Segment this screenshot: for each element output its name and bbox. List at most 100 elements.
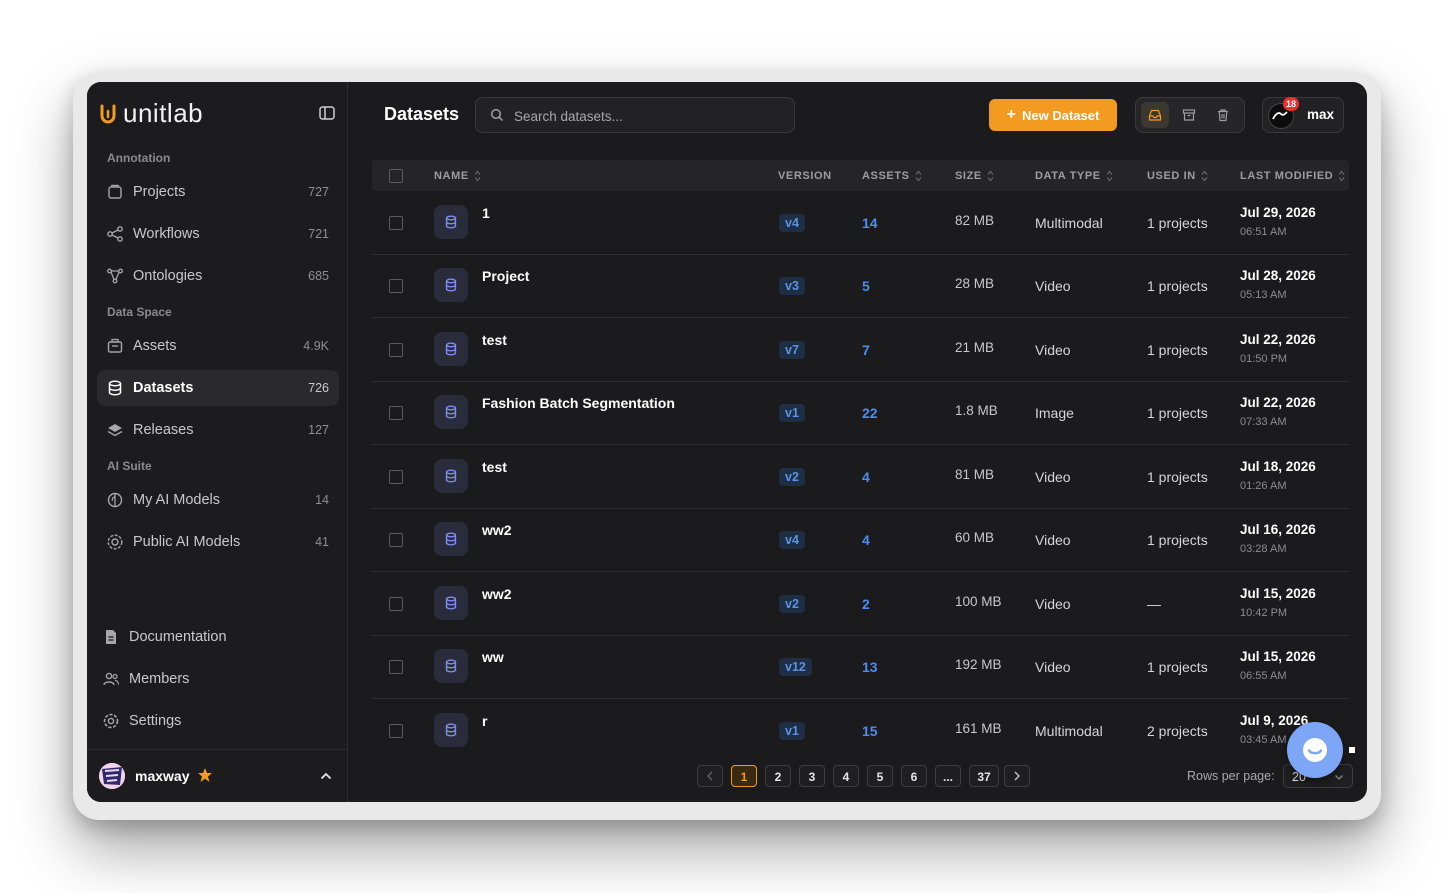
column-header-data-type[interactable]: DATA TYPE <box>1035 170 1113 182</box>
dataset-name[interactable]: ww <box>482 649 504 665</box>
page-button-37[interactable]: 37 <box>969 765 999 787</box>
sidebar-item-projects[interactable]: Projects 727 <box>97 174 339 210</box>
assets-count[interactable]: 14 <box>862 215 878 231</box>
page-button-6[interactable]: 6 <box>901 765 927 787</box>
table-row[interactable]: ww v12 13 192 MB Video 1 projects Jul 15, 2026… <box>372 635 1349 699</box>
sidebar-item-members[interactable]: Members <box>97 661 339 697</box>
column-header-last-modified[interactable]: LAST MODIFIED <box>1240 170 1345 182</box>
new-dataset-button[interactable]: + New Dataset <box>989 99 1117 131</box>
row-checkbox[interactable] <box>389 660 403 674</box>
sidebar-item-count: 721 <box>308 227 329 241</box>
archive-filter-button[interactable] <box>1175 102 1203 128</box>
sidebar-item-workflows[interactable]: Workflows 721 <box>97 216 339 252</box>
search-icon <box>490 108 503 121</box>
sidebar-item-label: Ontologies <box>133 268 203 284</box>
dataset-size: 28 MB <box>955 276 995 291</box>
user-name: maxway <box>135 768 190 784</box>
page-button-4[interactable]: 4 <box>833 765 859 787</box>
chevron-right-icon <box>1014 771 1020 781</box>
members-icon <box>103 672 120 686</box>
trash-filter-button[interactable] <box>1209 102 1237 128</box>
used-in: — <box>1147 596 1161 612</box>
dataset-name[interactable]: ww2 <box>482 586 512 602</box>
table-row[interactable]: test v7 7 21 MB Video 1 projects Jul 22, 2026 0… <box>372 318 1349 382</box>
dataset-size: 161 MB <box>955 721 1002 736</box>
row-checkbox[interactable] <box>389 406 403 420</box>
sidebar-item-assets[interactable]: Assets 4.9K <box>97 328 339 364</box>
assets-count[interactable]: 13 <box>862 659 878 675</box>
profile-button[interactable]: 18 max <box>1262 97 1344 133</box>
sidebar-item-releases[interactable]: Releases 127 <box>97 412 339 448</box>
page-button-2[interactable]: 2 <box>765 765 791 787</box>
assets-count[interactable]: 4 <box>862 532 870 548</box>
modified-date: Jul 22, 2026 <box>1240 395 1316 410</box>
page-ellipsis-button[interactable]: ... <box>935 765 961 787</box>
table-row[interactable]: ww2 v2 2 100 MB Video — Jul 15, 2026 10:42 PM <box>372 572 1349 636</box>
column-header-used-in[interactable]: USED IN <box>1147 170 1208 182</box>
used-in: 1 projects <box>1147 532 1208 548</box>
sort-icon <box>1338 170 1345 182</box>
sidebar-item-public-ai-models[interactable]: Public AI Models 41 <box>97 524 339 560</box>
table-row[interactable]: Fashion Batch Segmentation v1 22 1.8 MB Imag… <box>372 381 1349 445</box>
page-button-5[interactable]: 5 <box>867 765 893 787</box>
modified-time: 03:28 AM <box>1240 543 1287 555</box>
column-header-size[interactable]: SIZE <box>955 170 994 182</box>
assets-count[interactable]: 15 <box>862 723 878 739</box>
page-button-3[interactable]: 3 <box>799 765 825 787</box>
column-header-name[interactable]: NAME <box>434 170 481 182</box>
column-label: SIZE <box>955 170 982 182</box>
table-row[interactable]: Project v3 5 28 MB Video 1 projects Jul 28, 20… <box>372 254 1349 318</box>
section-label-annotation: Annotation <box>107 151 171 165</box>
table-row[interactable]: ww2 v4 4 60 MB Video 1 projects Jul 16, 2026 03… <box>372 508 1349 572</box>
assets-count[interactable]: 2 <box>862 596 870 612</box>
row-checkbox[interactable] <box>389 216 403 230</box>
row-checkbox[interactable] <box>389 279 403 293</box>
chevron-up-icon[interactable] <box>319 769 333 783</box>
prev-page-button[interactable] <box>697 765 723 787</box>
next-page-button[interactable] <box>1004 765 1030 787</box>
dataset-name[interactable]: test <box>482 332 507 348</box>
chat-widget-button[interactable] <box>1287 722 1343 778</box>
sidebar-collapse-icon[interactable] <box>318 104 336 122</box>
sidebar-item-label: Documentation <box>129 629 227 645</box>
table-row[interactable]: 1 v4 14 82 MB Multimodal 1 projects Jul 29, 20… <box>372 191 1349 255</box>
row-checkbox[interactable] <box>389 597 403 611</box>
inbox-filter-button[interactable] <box>1141 102 1169 128</box>
dataset-name[interactable]: Fashion Batch Segmentation <box>482 395 675 411</box>
user-menu[interactable]: maxway <box>87 749 347 802</box>
page-button-1[interactable]: 1 <box>731 765 757 787</box>
sidebar-item-my-ai-models[interactable]: My AI Models 14 <box>97 482 339 518</box>
dataset-name[interactable]: ww2 <box>482 522 512 538</box>
assets-count[interactable]: 5 <box>862 278 870 294</box>
assets-count[interactable]: 4 <box>862 469 870 485</box>
dataset-name[interactable]: test <box>482 459 507 475</box>
sidebar-item-settings[interactable]: Settings <box>97 703 339 739</box>
brand-logo[interactable]: unitlab <box>99 98 203 129</box>
assets-count[interactable]: 7 <box>862 342 870 358</box>
row-checkbox[interactable] <box>389 533 403 547</box>
sidebar-item-documentation[interactable]: Documentation <box>97 619 339 655</box>
dataset-name[interactable]: Project <box>482 268 529 284</box>
dataset-size: 192 MB <box>955 657 1002 672</box>
layers-icon <box>107 424 123 437</box>
dataset-size: 21 MB <box>955 340 995 355</box>
used-in: 1 projects <box>1147 469 1208 485</box>
dataset-name[interactable]: 1 <box>482 205 490 221</box>
column-label: DATA TYPE <box>1035 170 1101 182</box>
dataset-name[interactable]: r <box>482 713 487 729</box>
row-checkbox[interactable] <box>389 343 403 357</box>
sort-icon <box>1201 170 1208 182</box>
modified-time: 06:51 AM <box>1240 226 1287 238</box>
table-row[interactable]: test v2 4 81 MB Video 1 projects Jul 18, 2026 0… <box>372 445 1349 509</box>
search-input[interactable] <box>512 98 786 134</box>
search-bar[interactable] <box>475 97 795 134</box>
sidebar-item-ontologies[interactable]: Ontologies 685 <box>97 258 339 294</box>
select-all-checkbox[interactable] <box>389 169 403 183</box>
table-row[interactable]: r v1 15 161 MB Multimodal 2 projects Jul 9, 20… <box>372 699 1349 762</box>
assets-count[interactable]: 22 <box>862 405 878 421</box>
sidebar-item-datasets[interactable]: Datasets 726 <box>97 370 339 406</box>
row-checkbox[interactable] <box>389 724 403 738</box>
row-checkbox[interactable] <box>389 470 403 484</box>
avatar <box>99 763 125 789</box>
column-header-assets[interactable]: ASSETS <box>862 170 922 182</box>
